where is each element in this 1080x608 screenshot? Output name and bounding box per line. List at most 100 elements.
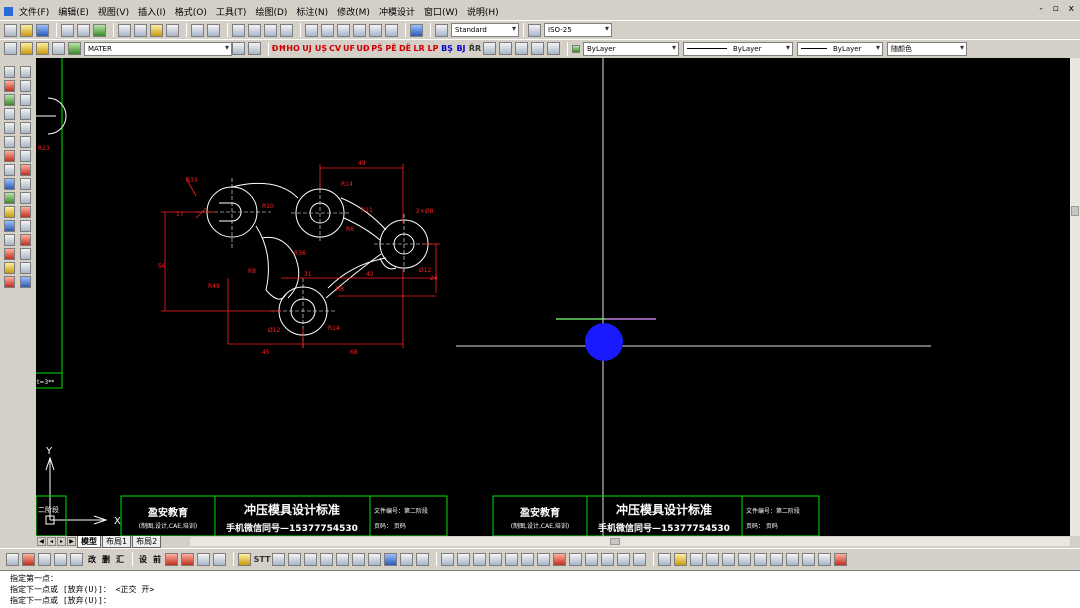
menu-modify[interactable]: 修改(M) [337,5,370,18]
tool-icon[interactable] [818,552,831,566]
tool-icon[interactable] [20,150,31,162]
close-button[interactable]: x [1069,4,1074,14]
sheet-set-icon[interactable] [353,23,366,37]
tool-icon[interactable] [20,276,31,288]
material-icon[interactable] [515,42,528,55]
tool-icon[interactable] [690,552,703,566]
tool-icon[interactable] [20,66,31,78]
tool-icon[interactable] [505,552,518,566]
scale-icon[interactable] [4,192,15,204]
menu-tools[interactable]: 工具(T) [216,5,247,18]
tool-icon[interactable] [20,206,31,218]
bulb-icon[interactable] [20,42,33,55]
tool-icon[interactable] [706,552,719,566]
die-cmd-icon[interactable]: UȘ [315,42,327,55]
tool-icon[interactable] [368,552,381,566]
tool-icon[interactable] [674,552,687,566]
offset-icon[interactable] [4,136,15,148]
design-center-icon[interactable] [321,23,334,37]
break-icon[interactable] [4,248,15,260]
copy-object-icon[interactable] [4,108,15,120]
extend-icon[interactable] [4,234,15,246]
menu-die-design[interactable]: 冲模设计 [379,5,415,18]
make-current-icon[interactable] [232,42,245,55]
front-text-button[interactable]: 前 [151,553,163,566]
tool-icon[interactable] [20,220,31,232]
tool-icon[interactable] [336,552,349,566]
tool-icon[interactable] [585,552,598,566]
modify-text-button[interactable]: 改 [86,553,98,566]
tool-icon[interactable] [288,552,301,566]
polyline-icon[interactable] [4,94,15,106]
color-select[interactable]: ByLayer [583,41,679,56]
menu-insert[interactable]: 插入(I) [138,5,166,18]
horizontal-scrollbar[interactable] [190,537,1070,546]
menu-dimension[interactable]: 标注(N) [296,5,328,18]
paste-icon[interactable] [150,23,163,37]
lineweight-select[interactable]: ByLayer [797,41,883,56]
menu-format[interactable]: 格式(O) [175,5,207,18]
zoom-previous-icon[interactable] [280,23,293,37]
menu-window[interactable]: 窗口(W) [424,5,458,18]
tool-icon[interactable] [738,552,751,566]
summary-text-button[interactable]: 汇 [114,553,126,566]
drawing-canvas[interactable]: R23 t=3** 49 R14 R10 R11 R6 R36 R49 R8 R… [36,58,1070,536]
tool-icon[interactable] [20,94,31,106]
tool-icon[interactable] [272,552,285,566]
tool-icon[interactable] [20,108,31,120]
tool-icon[interactable] [537,552,550,566]
linetype-select[interactable]: ByLayer [683,41,793,56]
menu-help[interactable]: 说明(H) [467,5,499,18]
tool-icon[interactable] [521,552,534,566]
die-cmd-icon[interactable]: UĐ [356,42,369,55]
group-icon[interactable] [547,42,560,55]
settings-text-button[interactable]: 设 [137,553,149,566]
tool-icon[interactable] [20,192,31,204]
die-cmd-icon[interactable]: ĐĦ [272,42,287,55]
tool-icon[interactable] [473,552,486,566]
tool-icon[interactable] [489,552,502,566]
die-cmd-icon[interactable]: BJ [455,42,467,55]
markup-icon[interactable] [369,23,382,37]
layer-previous-icon[interactable] [248,42,261,55]
scroll-thumb[interactable] [610,538,620,545]
help-icon[interactable] [410,23,423,37]
tab-next-button[interactable]: ▸ [57,537,66,546]
plotstyle-select[interactable]: 随颜色 [887,41,967,56]
menu-file[interactable]: 文件(F) [19,5,49,18]
vertical-scrollbar[interactable] [1070,58,1080,536]
save-icon[interactable] [36,23,49,37]
tool-icon[interactable] [384,552,397,566]
tool-icon[interactable] [238,552,251,566]
tool-icon[interactable] [400,552,413,566]
dim-style-select[interactable]: ISO-25 [544,23,612,37]
publish-icon[interactable] [93,23,106,37]
tool-icon[interactable] [70,552,83,566]
tool-palette-icon[interactable] [337,23,350,37]
die-cmd-icon[interactable]: PË [385,42,397,55]
undo-icon[interactable] [191,23,204,37]
tool-icon[interactable] [165,552,178,566]
tab-layout1[interactable]: 布局1 [102,535,132,548]
rotate-icon[interactable] [4,178,15,190]
cut-icon[interactable] [118,23,131,37]
minimize-button[interactable]: - [1039,4,1042,14]
tab-prev-button[interactable]: ◂ [47,537,56,546]
restore-button[interactable]: ▫ [1053,4,1059,14]
eraser-icon[interactable] [4,80,15,92]
tool-icon[interactable] [569,552,582,566]
tool-icon[interactable] [754,552,767,566]
die-cmd-icon[interactable]: BŞ [441,42,453,55]
sun-icon[interactable] [36,42,49,55]
tool-icon[interactable] [54,552,67,566]
tab-model[interactable]: 模型 [77,535,101,548]
die-cmd-icon[interactable]: ŘR [469,42,481,55]
open-icon[interactable] [20,23,33,37]
menu-view[interactable]: 视图(V) [98,5,129,18]
tool-icon[interactable] [633,552,646,566]
assembly-icon[interactable] [531,42,544,55]
tool-icon[interactable] [181,552,194,566]
copy-icon[interactable] [134,23,147,37]
tool-icon[interactable] [20,248,31,260]
layer-select[interactable]: MATER [84,41,232,56]
